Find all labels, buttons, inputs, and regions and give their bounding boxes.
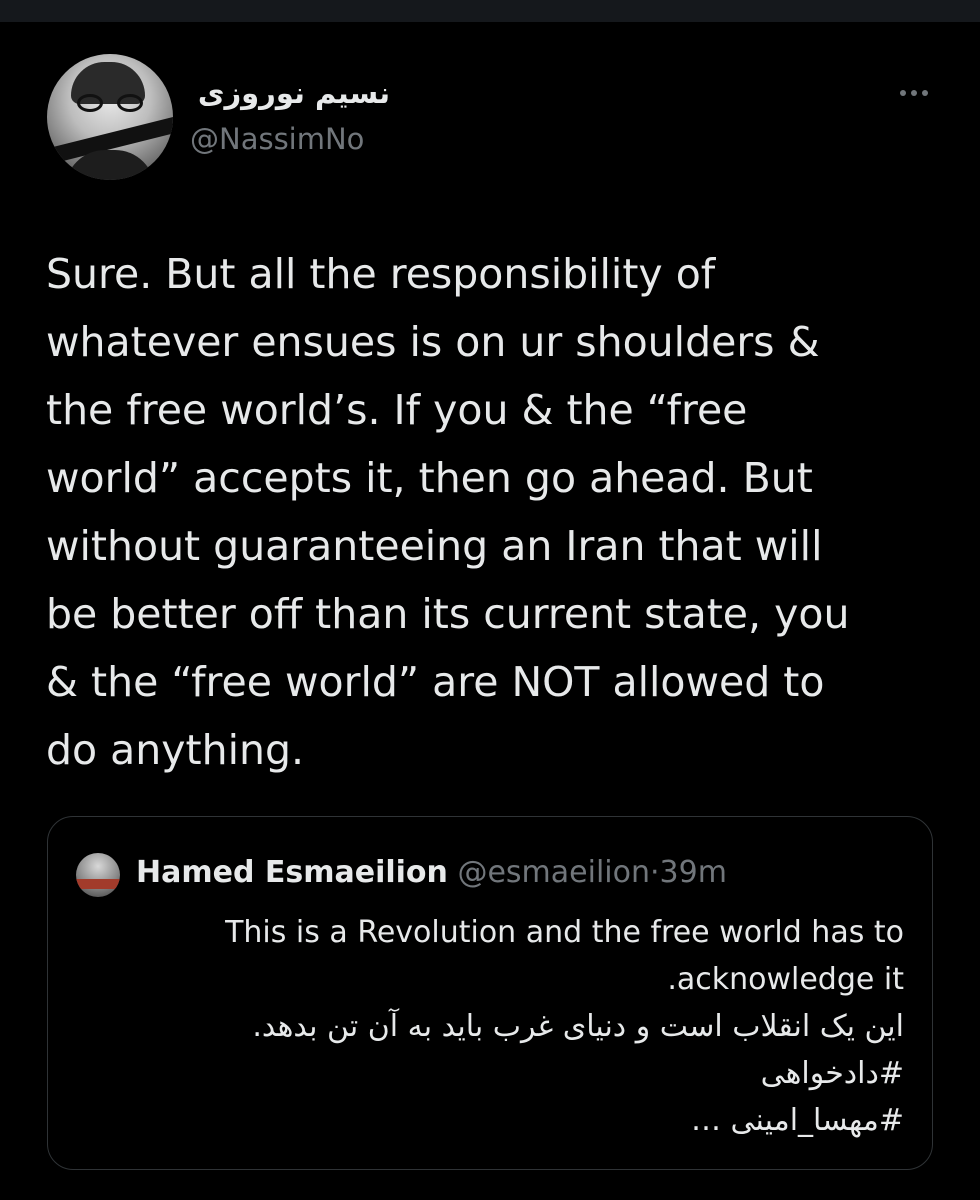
author-avatar[interactable] [47, 54, 173, 180]
quoted-author-avatar [76, 853, 120, 897]
avatar-glasses [77, 94, 143, 114]
quoted-author-name: Hamed Esmaeilion [136, 855, 448, 890]
quoted-hashtag[interactable]: #دادخواهی [108, 1050, 904, 1097]
quoted-tweet-text: This is a Revolution and the free world … [108, 909, 904, 1144]
quoted-separator: · [649, 855, 660, 890]
quoted-tweet-header: Hamed Esmaeilion @esmaeilion·39m [136, 853, 727, 893]
quoted-tweet-card[interactable]: Hamed Esmaeilion @esmaeilion·39m This is… [47, 816, 933, 1170]
author-handle[interactable]: @NassimNo [190, 122, 364, 156]
more-horizontal-icon [900, 90, 906, 96]
quoted-author-handle: @esmaeilion [457, 855, 650, 890]
more-options-button[interactable] [890, 78, 938, 108]
quoted-line: این یک انقلاب است و دنیای غرب باید به آن… [252, 1009, 904, 1044]
quoted-hashtag[interactable]: #مهسا_امینی … [108, 1097, 904, 1144]
tweet-text: Sure. But all the responsibility of what… [46, 250, 850, 774]
quoted-line: This is a Revolution and the free world … [225, 915, 904, 950]
status-bar [0, 0, 980, 22]
quoted-timestamp: 39m [659, 855, 727, 890]
author-display-name[interactable]: نسیم نوروزی [190, 76, 390, 110]
quoted-line: .acknowledge it [667, 962, 904, 997]
